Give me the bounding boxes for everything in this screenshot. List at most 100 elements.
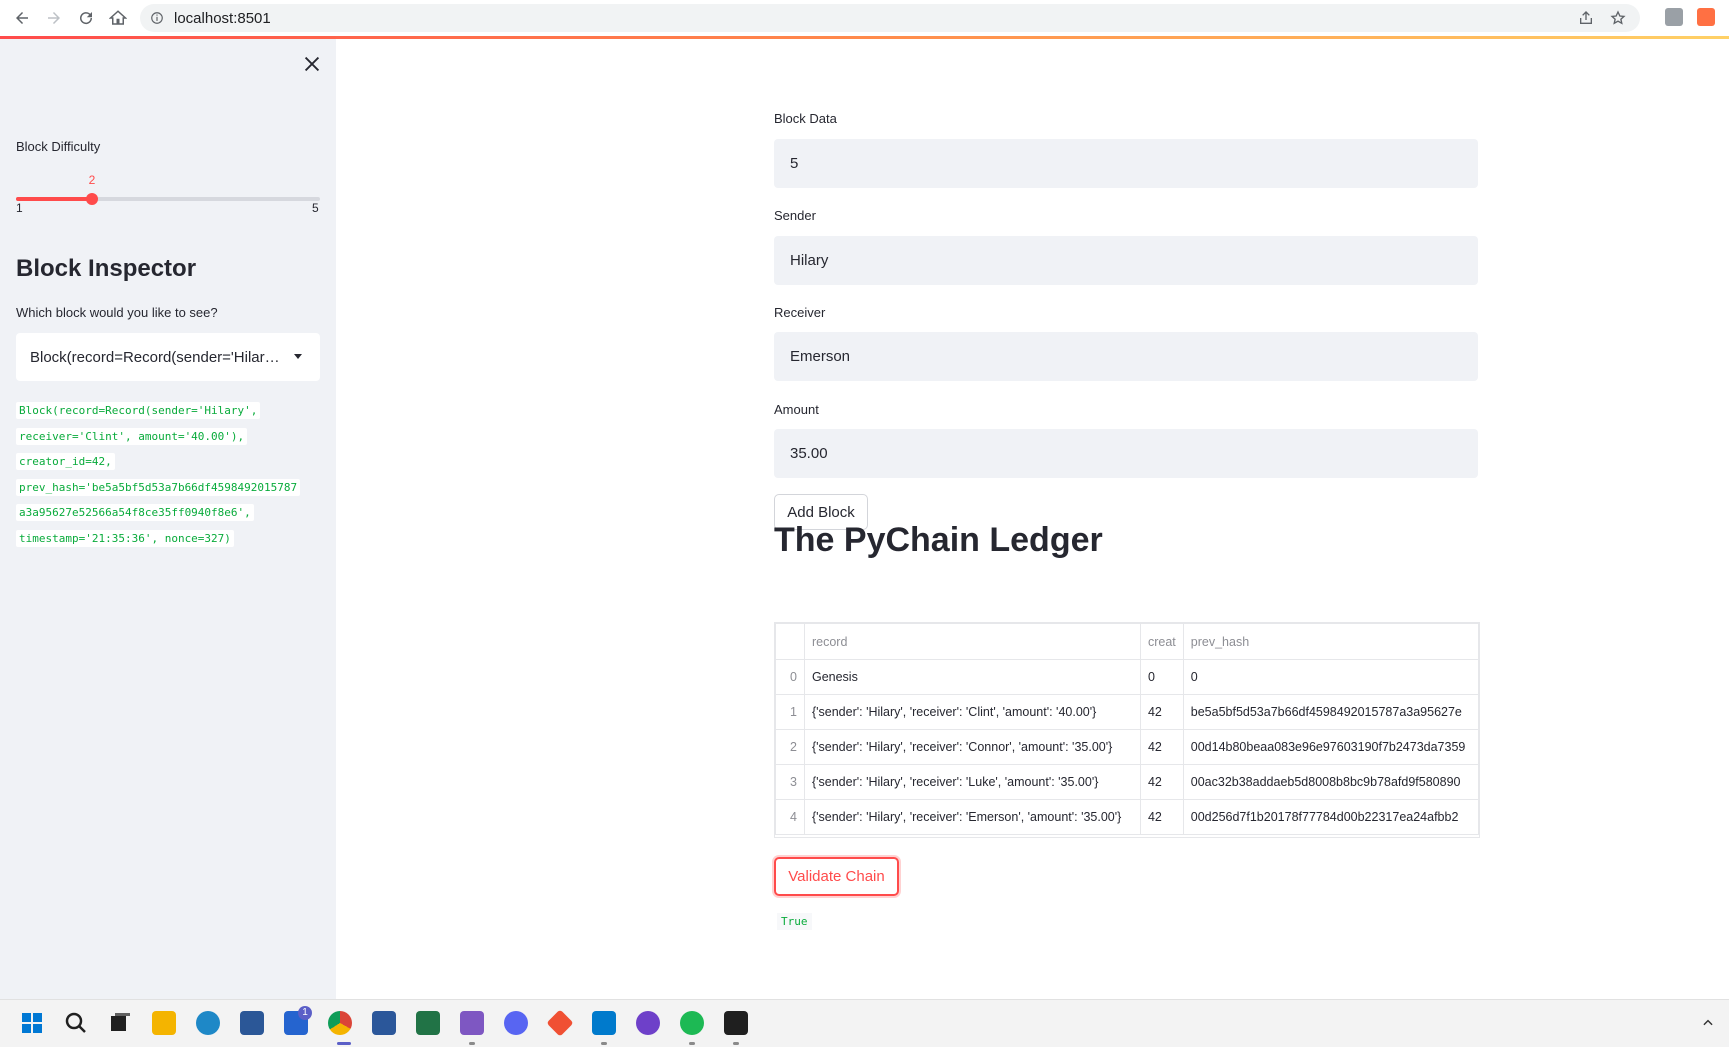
bookmark-star-icon[interactable] bbox=[1610, 10, 1626, 26]
vscode-icon[interactable] bbox=[592, 1011, 616, 1035]
record-cell: Genesis bbox=[803, 659, 1141, 695]
ledger-table[interactable]: record creat prev_hash 0 Genesis 0 0 1 {… bbox=[774, 622, 1480, 838]
code-line: Block(record=Record(sender='Hilary', bbox=[16, 402, 261, 419]
sender-value: Hilary bbox=[790, 252, 829, 269]
row-index: 4 bbox=[775, 799, 805, 835]
table-row: 2 {'sender': 'Hilary', 'receiver': 'Conn… bbox=[775, 729, 1479, 765]
running-indicator bbox=[601, 1042, 607, 1045]
creator-cell: 0 bbox=[1139, 659, 1184, 695]
file-explorer-icon[interactable] bbox=[152, 1011, 176, 1035]
block-data-label: Block Data bbox=[774, 111, 837, 126]
prev-hash-cell: 00d256d7f1b20178f77784d00b22317ea24afbb2 bbox=[1182, 799, 1479, 835]
spotify-icon[interactable] bbox=[680, 1011, 704, 1035]
prev-hash-cell: 0 bbox=[1182, 659, 1479, 695]
creator-cell: 42 bbox=[1139, 694, 1184, 730]
record-cell: {'sender': 'Hilary', 'receiver': 'Connor… bbox=[803, 729, 1141, 765]
block-inspector-heading: Block Inspector bbox=[16, 255, 197, 282]
back-button[interactable] bbox=[6, 2, 38, 34]
chevron-down-icon[interactable] bbox=[294, 354, 302, 359]
running-indicator bbox=[733, 1042, 739, 1045]
github-desktop-icon[interactable] bbox=[636, 1011, 660, 1035]
notification-badge: 1 bbox=[298, 1006, 312, 1020]
table-header-row: record creat prev_hash bbox=[775, 623, 1479, 660]
address-bar[interactable]: localhost:8501 bbox=[140, 4, 1640, 32]
git-icon[interactable] bbox=[546, 1009, 574, 1037]
column-header-index bbox=[775, 623, 805, 660]
block-data-input[interactable]: 5 bbox=[774, 139, 1478, 188]
word-icon[interactable] bbox=[372, 1011, 396, 1035]
slider-min-label: 1 bbox=[16, 201, 23, 215]
home-icon bbox=[109, 10, 127, 25]
sidebar: Block Difficulty 2 1 5 Block Inspector W… bbox=[0, 39, 336, 999]
receiver-value: Emerson bbox=[790, 348, 851, 365]
table-row: 4 {'sender': 'Hilary', 'receiver': 'Emer… bbox=[775, 799, 1479, 835]
code-line: receiver='Clint', amount='40.00'), bbox=[16, 427, 248, 445]
edge-icon[interactable] bbox=[196, 1011, 220, 1035]
prev-hash-cell: 00d14b80beaa083e96e97603190f7b2473da7359 bbox=[1182, 729, 1479, 765]
creator-cell: 42 bbox=[1139, 729, 1184, 765]
windows-start-icon[interactable] bbox=[20, 1011, 44, 1035]
profile-menu-icon[interactable] bbox=[1697, 8, 1715, 26]
column-header-record[interactable]: record bbox=[803, 623, 1141, 660]
back-arrow-icon bbox=[16, 12, 28, 24]
validation-result: True bbox=[777, 913, 812, 930]
forward-button[interactable] bbox=[38, 2, 70, 34]
block-data-value: 5 bbox=[790, 155, 799, 172]
row-index: 1 bbox=[775, 694, 805, 730]
record-cell: {'sender': 'Hilary', 'receiver': 'Clint'… bbox=[803, 694, 1141, 730]
discord-icon[interactable] bbox=[504, 1011, 528, 1035]
search-icon[interactable] bbox=[64, 1011, 88, 1035]
column-header-prev-hash[interactable]: prev_hash bbox=[1182, 623, 1479, 660]
share-icon[interactable] bbox=[1578, 10, 1594, 26]
creator-cell: 42 bbox=[1139, 799, 1184, 835]
extension-icon[interactable] bbox=[1665, 8, 1683, 26]
column-header-creator[interactable]: creat bbox=[1139, 623, 1184, 660]
row-index: 2 bbox=[775, 729, 805, 765]
running-indicator bbox=[689, 1042, 695, 1045]
close-sidebar-icon[interactable] bbox=[301, 53, 323, 75]
reload-icon bbox=[80, 12, 93, 25]
chevron-up-icon[interactable] bbox=[1701, 1016, 1715, 1030]
receiver-label: Receiver bbox=[774, 305, 826, 320]
block-difficulty-slider[interactable]: 2 bbox=[16, 173, 320, 211]
app-icon[interactable] bbox=[460, 1011, 484, 1035]
task-view-icon[interactable] bbox=[108, 1011, 132, 1035]
prev-hash-cell: 00ac32b38addaeb5d8008b8bc9b78afd9f580890 bbox=[1182, 764, 1479, 800]
terminal-icon[interactable] bbox=[724, 1011, 748, 1035]
receiver-input[interactable]: Emerson bbox=[774, 332, 1478, 381]
validate-chain-button[interactable]: Validate Chain bbox=[774, 857, 899, 896]
code-line: timestamp='21:35:36', nonce=327) bbox=[16, 529, 234, 547]
creator-cell: 42 bbox=[1139, 764, 1184, 800]
info-icon[interactable] bbox=[150, 11, 164, 25]
row-index: 3 bbox=[775, 764, 805, 800]
code-line: prev_hash='be5a5bf5d53a7b66df45984920157… bbox=[16, 478, 301, 496]
chrome-icon[interactable] bbox=[328, 1011, 352, 1035]
block-select-label: Which block would you like to see? bbox=[16, 305, 218, 320]
excel-icon[interactable] bbox=[416, 1011, 440, 1035]
slider-value: 2 bbox=[88, 173, 96, 187]
browser-toolbar: localhost:8501 bbox=[0, 0, 1729, 36]
ledger-title: The PyChain Ledger bbox=[774, 521, 1103, 559]
amount-input[interactable]: 35.00 bbox=[774, 429, 1478, 478]
store-icon[interactable] bbox=[240, 1011, 264, 1035]
url-text: localhost:8501 bbox=[174, 9, 271, 27]
slider-fill bbox=[16, 197, 92, 201]
sender-input[interactable]: Hilary bbox=[774, 236, 1478, 285]
block-difficulty-label: Block Difficulty bbox=[16, 139, 101, 154]
table-row: 1 {'sender': 'Hilary', 'receiver': 'Clin… bbox=[775, 694, 1479, 730]
slider-thumb[interactable] bbox=[86, 193, 98, 205]
home-button[interactable] bbox=[102, 2, 134, 34]
forward-arrow-icon bbox=[48, 12, 60, 24]
code-line: creator_id=42, bbox=[16, 453, 115, 470]
sender-label: Sender bbox=[774, 208, 816, 223]
slider-max-label: 5 bbox=[312, 201, 319, 215]
active-app-indicator bbox=[337, 1042, 351, 1045]
amount-value: 35.00 bbox=[790, 445, 828, 462]
record-cell: {'sender': 'Hilary', 'receiver': 'Emerso… bbox=[803, 799, 1141, 835]
block-select[interactable]: Block(record=Record(sender='Hilary', rec… bbox=[16, 333, 320, 381]
prev-hash-cell: be5a5bf5d53a7b66df4598492015787a3a95627e bbox=[1182, 694, 1479, 730]
record-cell: {'sender': 'Hilary', 'receiver': 'Luke',… bbox=[803, 764, 1141, 800]
block-select-value: Block(record=Record(sender='Hilary', rec… bbox=[30, 348, 280, 366]
running-indicator bbox=[469, 1042, 475, 1045]
reload-button[interactable] bbox=[70, 2, 102, 34]
